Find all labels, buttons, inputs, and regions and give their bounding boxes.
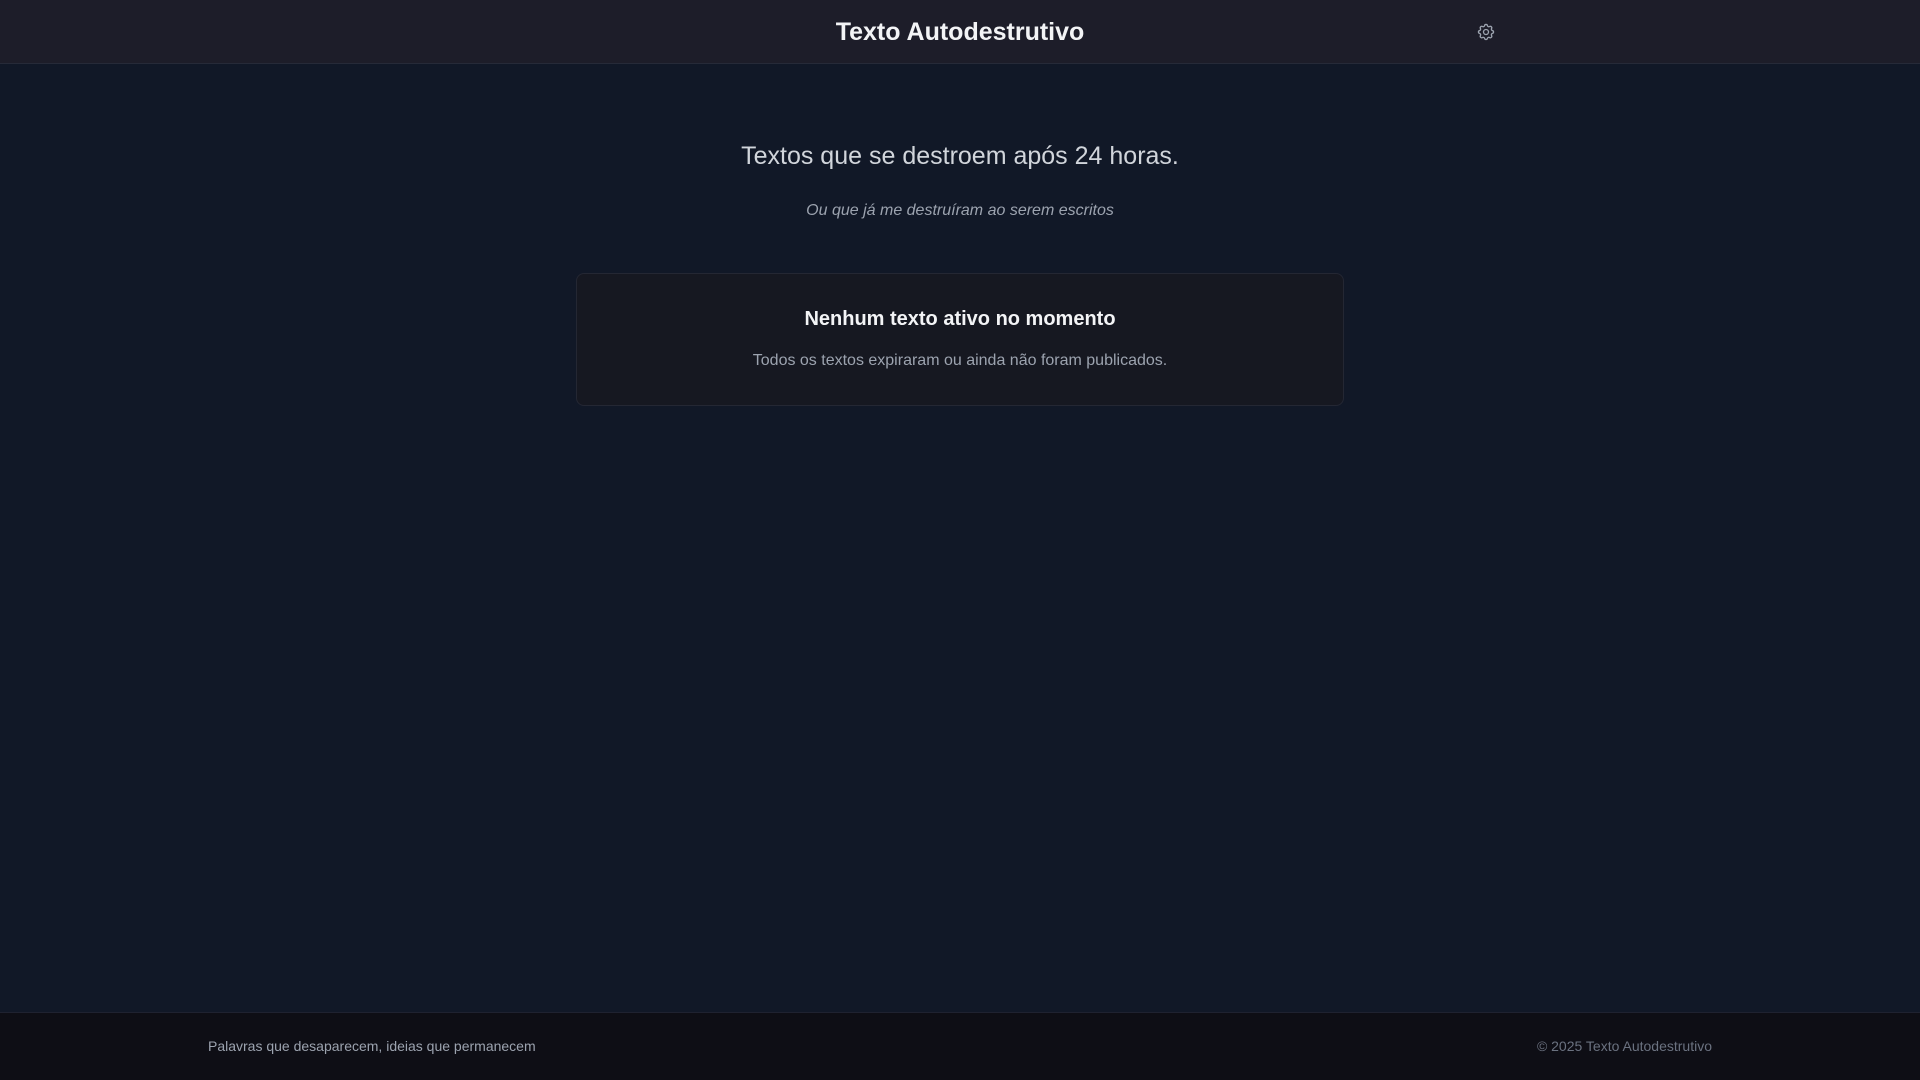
page: Texto Autodestrutivo Textos que se destr… <box>0 0 1920 1080</box>
gear-icon <box>1476 22 1496 42</box>
app-title: Texto Autodestrutivo <box>835 18 1085 46</box>
app-header: Texto Autodestrutivo <box>0 0 1920 64</box>
empty-state-card: Nenhum texto ativo no momento Todos os t… <box>576 273 1344 406</box>
settings-button[interactable] <box>1470 18 1502 46</box>
empty-state-title: Nenhum texto ativo no momento <box>804 308 1116 330</box>
empty-state-description: Todos os textos expiraram ou ainda não f… <box>752 352 1168 369</box>
hero-title: Textos que se destroem após 24 horas. <box>741 142 1179 170</box>
footer-tagline: Palavras que desaparecem, ideias que per… <box>208 1038 536 1054</box>
footer-copyright: © 2025 Texto Autodestrutivo <box>1536 1038 1712 1054</box>
app-footer: Palavras que desaparecem, ideias que per… <box>0 1012 1920 1080</box>
hero-subtitle: Ou que já me destruíram ao serem escrito… <box>806 202 1114 219</box>
